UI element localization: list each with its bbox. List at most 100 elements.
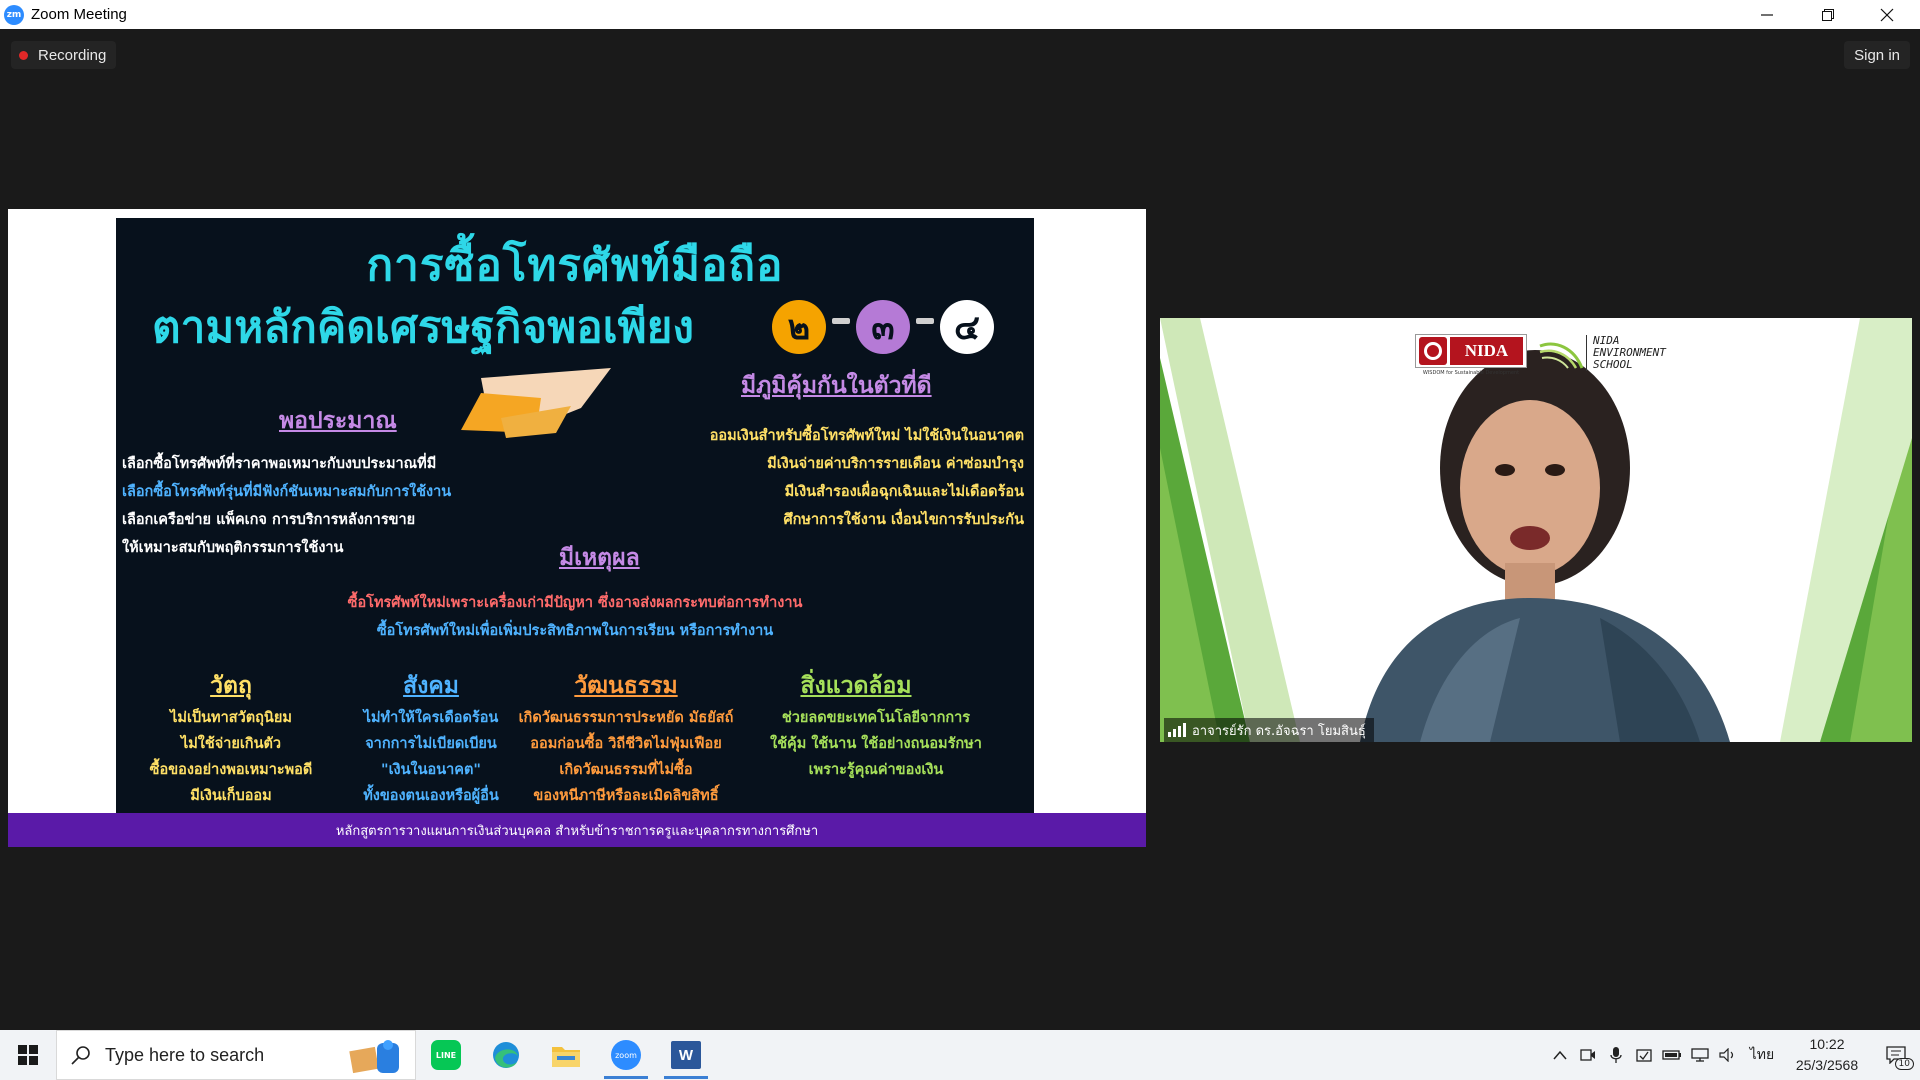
column-line: ไม่เป็นทาสวัตถุนิยม bbox=[170, 710, 292, 726]
participant-name: อาจารย์รัก ดร.อัจฉรา โยมสินธุ์ bbox=[1192, 723, 1366, 739]
immunity-line-2: มีเงินจ่ายค่าบริการรายเดือน ค่าซ่อมบำรุง bbox=[767, 456, 1024, 472]
battery-button[interactable] bbox=[1658, 1030, 1686, 1080]
column-heading-environment: สิ่งแวดล้อม bbox=[800, 673, 912, 699]
zoom-icon: zoom bbox=[611, 1040, 641, 1070]
minimize-icon bbox=[1761, 13, 1773, 16]
windows-taskbar: Type here to search LINE zoom W ไทย 10:2… bbox=[0, 1030, 1920, 1080]
restore-icon bbox=[1822, 8, 1834, 21]
search-highlight-illustration bbox=[349, 1040, 399, 1074]
nida-tagline: WISDOM for Sustainable Development bbox=[1422, 370, 1520, 376]
column-line: ซื้อของอย่างพอเหมาะพอดี bbox=[149, 762, 313, 778]
camera-icon bbox=[1580, 1049, 1595, 1061]
show-hidden-icons-button[interactable] bbox=[1546, 1030, 1574, 1080]
close-icon bbox=[1880, 8, 1894, 21]
slide-title-line2: ตามหลักคิดเศรษฐกิจพอเพียง bbox=[152, 302, 694, 353]
school-line-3: SCHOOL bbox=[1593, 358, 1633, 371]
signal-strength-icon bbox=[1168, 723, 1186, 737]
leaf-logo-icon bbox=[1539, 342, 1584, 369]
recording-indicator[interactable]: Recording bbox=[11, 41, 117, 69]
start-button[interactable] bbox=[0, 1030, 56, 1080]
moderate-line-4: ให้เหมาะสมกับพฤติกรรมการใช้งาน bbox=[122, 540, 344, 556]
shared-screen: การซื้อโทรศัพท์มือถือ ตามหลักคิดเศรษฐกิจ… bbox=[8, 209, 1146, 847]
immunity-line-3: มีเงินสำรองเผื่อฉุกเฉินและไม่เดือดร้อน bbox=[784, 484, 1024, 500]
column-line: ของหนีภาษีหรือละเมิดลิขสิทธิ์ bbox=[533, 788, 719, 804]
defender-button[interactable] bbox=[1630, 1030, 1658, 1080]
badge-4: ๔ bbox=[940, 300, 994, 354]
column-line: เกิดวัฒนธรรมการประหยัด มัธยัสถ์ bbox=[518, 710, 734, 726]
immunity-line-1: ออมเงินสำหรับซื้อโทรศัพท์ใหม่ ไม่ใช้เงิน… bbox=[709, 428, 1024, 444]
windows-logo-icon bbox=[18, 1045, 38, 1065]
window-title: Zoom Meeting bbox=[31, 6, 127, 23]
meeting-area: Recording Sign in การซื้อโทรศัพท์มือถือ … bbox=[0, 29, 1920, 1030]
column-heading-material: วัตถุ bbox=[210, 673, 252, 699]
recording-dot-icon bbox=[19, 50, 28, 60]
presentation-slide: การซื้อโทรศัพท์มือถือ ตามหลักคิดเศรษฐกิจ… bbox=[116, 218, 1034, 814]
battery-icon bbox=[1662, 1050, 1681, 1060]
video-background bbox=[1160, 318, 1912, 742]
network-button[interactable] bbox=[1686, 1030, 1714, 1080]
microphone-button[interactable] bbox=[1602, 1030, 1630, 1080]
notification-center-button[interactable]: 10 bbox=[1872, 1030, 1920, 1080]
badge-dash bbox=[916, 318, 934, 324]
shield-icon bbox=[1636, 1049, 1652, 1062]
edge-browser-icon bbox=[493, 1042, 519, 1068]
immunity-line-4: ศึกษาการใช้งาน เงื่อนไขการรับประกัน bbox=[783, 512, 1024, 528]
taskbar-file-explorer[interactable] bbox=[536, 1030, 596, 1080]
line-app-icon: LINE bbox=[431, 1040, 461, 1070]
badge-2: ๒ bbox=[772, 300, 826, 354]
clock-time: 10:22 bbox=[1809, 1036, 1845, 1052]
heading-moderate: พอประมาณ bbox=[279, 408, 397, 434]
participant-video-tile[interactable]: NIDA WISDOM for Sustainable Development … bbox=[1160, 318, 1912, 742]
search-icon bbox=[71, 1046, 90, 1065]
reason-line-1: ซื้อโทรศัพท์ใหม่เพราะเครื่องเก่ามีปัญหา … bbox=[347, 595, 803, 611]
slide-footer-banner: หลักสูตรการวางแผนการเงินส่วนบุคคล สำหรับ… bbox=[8, 813, 1146, 847]
column-line: ไม่ใช้จ่ายเกินตัว bbox=[180, 736, 282, 752]
taskbar-line-app[interactable]: LINE bbox=[416, 1030, 476, 1080]
minimize-button[interactable] bbox=[1744, 0, 1790, 29]
restore-button[interactable] bbox=[1805, 0, 1851, 29]
column-line: ใช้คุ้ม ใช้นาน ใช้อย่างถนอมรักษา bbox=[770, 736, 982, 752]
recording-label: Recording bbox=[38, 46, 107, 64]
nida-seal-icon bbox=[1419, 337, 1447, 365]
speaker-icon bbox=[1719, 1048, 1734, 1062]
moderate-line-1: เลือกซื้อโทรศัพท์ที่ราคาพอเหมาะกับงบประม… bbox=[122, 456, 437, 472]
column-line: มีเงินเก็บออม bbox=[190, 788, 272, 804]
sign-in-button[interactable]: Sign in bbox=[1844, 41, 1910, 69]
column-line: เพราะรู้คุณค่าของเงิน bbox=[808, 762, 944, 778]
nida-logo-text: NIDA bbox=[1450, 337, 1523, 365]
taskbar-word-app[interactable]: W bbox=[656, 1030, 716, 1080]
window-titlebar: zm Zoom Meeting bbox=[0, 0, 1920, 29]
close-button[interactable] bbox=[1864, 0, 1910, 29]
word-icon: W bbox=[671, 1041, 701, 1069]
column-line: เกิดวัฒนธรรมที่ไม่ซื้อ bbox=[559, 762, 693, 778]
microphone-icon bbox=[1610, 1047, 1622, 1063]
clock-button[interactable]: 10:22 25/3/2568 bbox=[1782, 1034, 1872, 1076]
zoom-app-icon: zm bbox=[4, 4, 24, 25]
search-placeholder: Type here to search bbox=[105, 1044, 265, 1065]
reason-line-2: ซื้อโทรศัพท์ใหม่เพื่อเพิ่มประสิทธิภาพในก… bbox=[376, 623, 774, 639]
column-line: ออมก่อนซื้อ วิถีชีวิตไม่ฟุ่มเฟือย bbox=[530, 736, 722, 752]
badge-3: ๓ bbox=[856, 300, 910, 354]
nida-logo: NIDA bbox=[1415, 334, 1527, 368]
taskbar-search-box[interactable]: Type here to search bbox=[56, 1030, 416, 1080]
folder-icon bbox=[552, 1047, 580, 1067]
participant-nametag: อาจารย์รัก ดร.อัจฉรา โยมสินธุ์ bbox=[1164, 718, 1374, 742]
meet-now-button[interactable] bbox=[1574, 1030, 1602, 1080]
clock-date: 25/3/2568 bbox=[1795, 1057, 1859, 1073]
column-heading-society: สังคม bbox=[403, 673, 459, 699]
column-heading-culture: วัฒนธรรม bbox=[574, 673, 678, 699]
moderate-line-3: เลือกเครือข่าย แพ็คเกจ การบริการหลังการข… bbox=[122, 512, 416, 528]
badge-dash bbox=[832, 318, 850, 324]
system-tray: ไทย 10:22 25/3/2568 10 bbox=[1546, 1030, 1920, 1080]
taskbar-zoom-app[interactable]: zoom bbox=[596, 1030, 656, 1080]
volume-button[interactable] bbox=[1714, 1030, 1742, 1080]
school-logo-text: NIDA ENVIRONMENT SCHOOL bbox=[1586, 335, 1666, 371]
slide-title-line1: การซื้อโทรศัพท์มือถือ bbox=[366, 240, 784, 291]
moderate-line-2: เลือกซื้อโทรศัพท์รุ่นที่มีฟังก์ชันเหมาะส… bbox=[122, 484, 452, 500]
taskbar-edge-app[interactable] bbox=[476, 1030, 536, 1080]
notification-count-badge: 10 bbox=[1894, 1058, 1914, 1070]
input-language-button[interactable]: ไทย bbox=[1742, 1044, 1782, 1066]
chevron-up-icon bbox=[1553, 1050, 1567, 1060]
heading-immunity: มีภูมิคุ้มกันในตัวที่ดี bbox=[741, 373, 932, 399]
column-line: ช่วยลดขยะเทคโนโลยีจากการ bbox=[781, 710, 971, 726]
